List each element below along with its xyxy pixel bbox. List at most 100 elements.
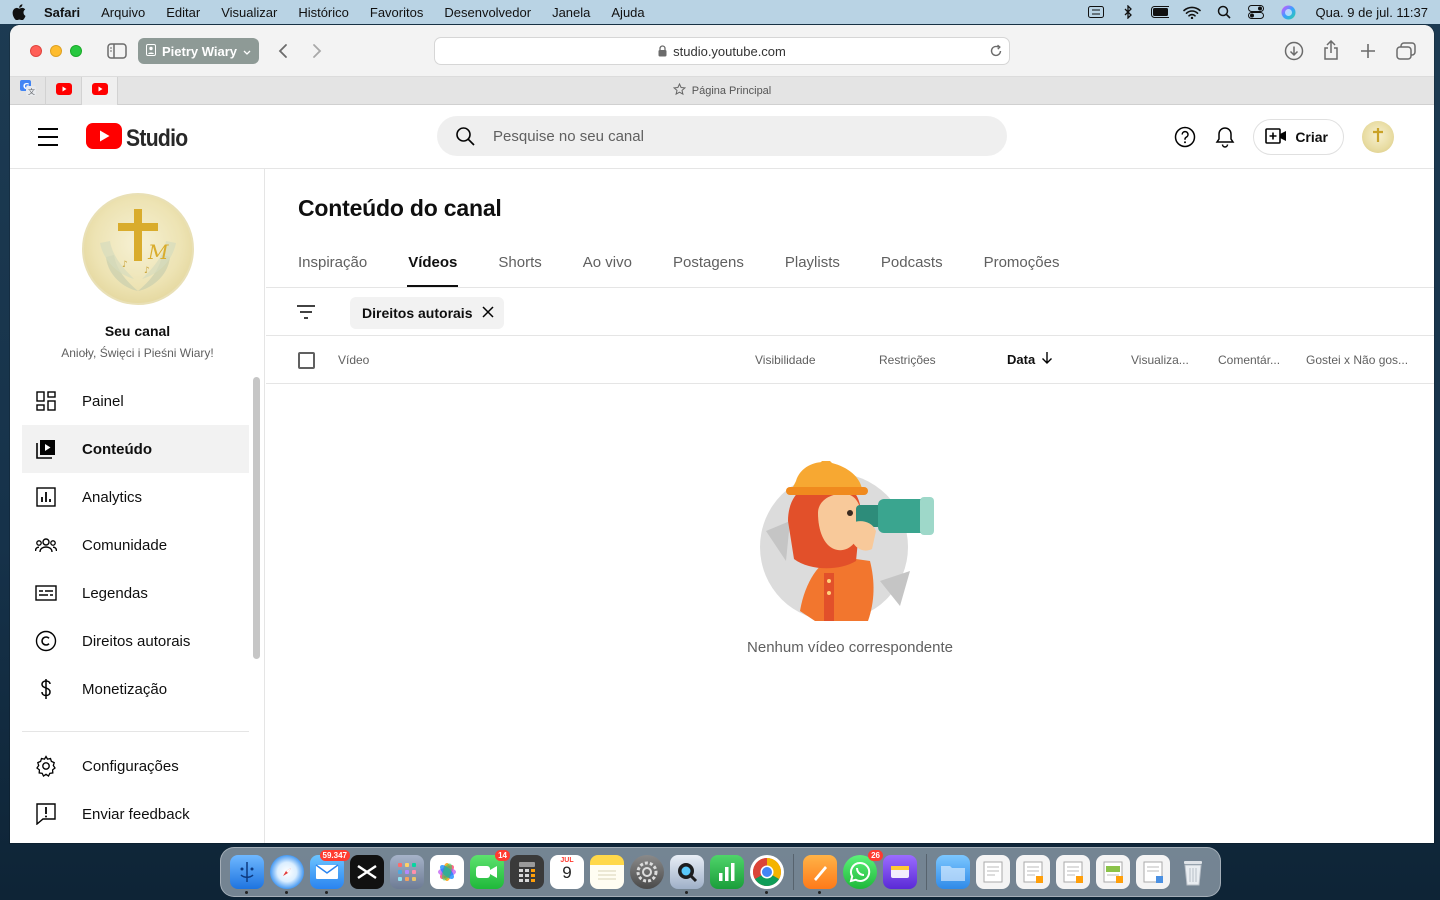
tab-inspiracao[interactable]: Inspiração xyxy=(298,241,367,288)
dock-photos-icon[interactable] xyxy=(430,855,464,889)
tab-shorts[interactable]: Shorts xyxy=(498,241,541,288)
battery-icon[interactable] xyxy=(1151,5,1170,19)
menu-favoritos[interactable]: Favoritos xyxy=(370,5,423,20)
menu-visualizar[interactable]: Visualizar xyxy=(221,5,277,20)
dock-facetime-icon[interactable]: 14 xyxy=(470,850,510,889)
close-icon[interactable] xyxy=(482,305,495,321)
tab-promocoes[interactable]: Promoções xyxy=(984,241,1060,288)
new-tab-icon[interactable] xyxy=(1357,40,1379,62)
dock-chrome-icon[interactable] xyxy=(750,855,784,894)
sidebar-item-configuracoes[interactable]: Configurações xyxy=(22,742,249,790)
sidebar-item-painel[interactable]: Painel xyxy=(22,377,249,425)
sidebar-item-monetizacao[interactable]: Monetização xyxy=(22,665,249,713)
apple-icon[interactable] xyxy=(12,4,26,20)
bluetooth-icon[interactable] xyxy=(1119,5,1137,19)
dollar-icon xyxy=(34,677,58,701)
dock-clipchamp-icon[interactable] xyxy=(883,855,917,889)
filter-chip-copyright[interactable]: Direitos autorais xyxy=(350,297,505,329)
keyboard-input-icon[interactable] xyxy=(1087,5,1105,19)
dock-whatsapp-icon[interactable]: 26 xyxy=(843,850,883,889)
menu-historico[interactable]: Histórico xyxy=(298,5,349,20)
create-button[interactable]: Criar xyxy=(1253,119,1344,155)
dock-document-icon[interactable] xyxy=(1056,855,1090,889)
dock-numbers-icon[interactable] xyxy=(710,855,744,889)
channel-avatar[interactable]: M ♪ ♪ xyxy=(82,193,194,305)
tab-postagens[interactable]: Postagens xyxy=(673,241,744,288)
reload-icon[interactable] xyxy=(989,44,1003,58)
dock-capcut-icon[interactable] xyxy=(350,855,384,889)
control-center-icon[interactable] xyxy=(1247,5,1265,19)
sidebar-item-direitos-autorais[interactable]: Direitos autorais xyxy=(22,617,249,665)
sidebar-toggle-icon[interactable] xyxy=(106,40,128,62)
menu-arquivo[interactable]: Arquivo xyxy=(101,5,145,20)
column-date[interactable]: Data xyxy=(1007,351,1053,368)
dock-calendar-icon[interactable]: JUL 9 xyxy=(550,855,584,889)
dock-quicktime-icon[interactable] xyxy=(670,855,704,894)
menu-app-name[interactable]: Safari xyxy=(44,5,80,20)
close-window-button[interactable] xyxy=(30,44,42,57)
dock-system-settings-icon[interactable] xyxy=(630,855,664,889)
tab-youtube-1[interactable] xyxy=(46,76,82,105)
tab-youtube-2[interactable] xyxy=(82,76,118,105)
dock-trash-icon[interactable] xyxy=(1176,855,1210,889)
back-icon[interactable] xyxy=(272,40,294,62)
studio-logo[interactable]: Studio xyxy=(86,123,196,154)
sidebar-item-legendas[interactable]: Legendas xyxy=(22,569,249,617)
downloads-icon[interactable] xyxy=(1283,40,1305,62)
mail-badge: 59.347 xyxy=(319,850,350,861)
dock-document-icon[interactable] xyxy=(976,855,1010,889)
dock-folder-icon[interactable] xyxy=(936,855,970,889)
profile-switcher[interactable]: Pietry Wiary xyxy=(138,38,260,64)
menu-icon[interactable] xyxy=(38,126,58,148)
tab-playlists[interactable]: Playlists xyxy=(785,241,840,288)
menubar-clock[interactable]: Qua. 9 de jul. 11:37 xyxy=(1315,5,1428,20)
filter-icon[interactable] xyxy=(296,302,316,322)
column-views[interactable]: Visualiza... xyxy=(1131,353,1189,367)
dock-launchpad-icon[interactable] xyxy=(390,855,424,889)
sidebar-item-enviar-feedback[interactable]: Enviar feedback xyxy=(22,790,249,838)
tab-overview-icon[interactable] xyxy=(1395,40,1417,62)
dock-document-icon[interactable] xyxy=(1016,855,1050,889)
address-bar[interactable]: studio.youtube.com xyxy=(434,37,1010,65)
help-icon[interactable] xyxy=(1165,117,1205,157)
tab-ao-vivo[interactable]: Ao vivo xyxy=(583,241,632,288)
menu-janela[interactable]: Janela xyxy=(552,5,590,20)
dock-finder-icon[interactable] xyxy=(230,855,264,894)
dock-notes-icon[interactable] xyxy=(590,855,624,889)
account-avatar[interactable] xyxy=(1362,121,1394,153)
column-visibility[interactable]: Visibilidade xyxy=(755,353,816,367)
share-icon[interactable] xyxy=(1320,39,1342,61)
menu-desenvolvedor[interactable]: Desenvolvedor xyxy=(444,5,531,20)
svg-text:M: M xyxy=(147,240,169,264)
dock-document-icon[interactable] xyxy=(1096,855,1130,889)
tab-videos[interactable]: Vídeos xyxy=(407,241,459,288)
forward-icon[interactable] xyxy=(306,40,328,62)
tab-podcasts[interactable]: Podcasts xyxy=(881,241,943,288)
sidebar-item-analytics[interactable]: Analytics xyxy=(22,473,249,521)
dock-document-icon[interactable] xyxy=(1136,855,1170,889)
menu-ajuda[interactable]: Ajuda xyxy=(611,5,644,20)
wifi-icon[interactable] xyxy=(1183,5,1202,19)
column-comments[interactable]: Comentár... xyxy=(1218,353,1280,367)
tab-google-translate[interactable]: G文 xyxy=(10,76,46,105)
active-tab-title: Página Principal xyxy=(10,77,1434,105)
column-restrictions[interactable]: Restrições xyxy=(879,353,936,367)
minimize-window-button[interactable] xyxy=(50,44,62,57)
sidebar-item-conteudo[interactable]: Conteúdo xyxy=(22,425,249,473)
dock-mail-icon[interactable]: 59.347 xyxy=(310,850,350,894)
menu-editar[interactable]: Editar xyxy=(166,5,200,20)
search-input[interactable] xyxy=(493,127,973,145)
sidebar-item-comunidade[interactable]: Comunidade xyxy=(22,521,249,569)
siri-icon[interactable] xyxy=(1279,5,1297,19)
search-icon[interactable] xyxy=(455,126,475,146)
dashboard-icon xyxy=(34,389,58,413)
spotlight-search-icon[interactable] xyxy=(1215,5,1233,19)
sidebar-scrollbar[interactable] xyxy=(253,377,260,659)
dock-pages-icon[interactable] xyxy=(803,855,837,894)
column-likes[interactable]: Gostei x Não gos... xyxy=(1306,353,1408,367)
dock-calculator-icon[interactable] xyxy=(510,855,544,889)
select-all-checkbox[interactable] xyxy=(298,352,315,369)
dock-safari-icon[interactable] xyxy=(270,855,304,894)
zoom-window-button[interactable] xyxy=(70,44,82,57)
notifications-bell-icon[interactable] xyxy=(1205,117,1245,157)
